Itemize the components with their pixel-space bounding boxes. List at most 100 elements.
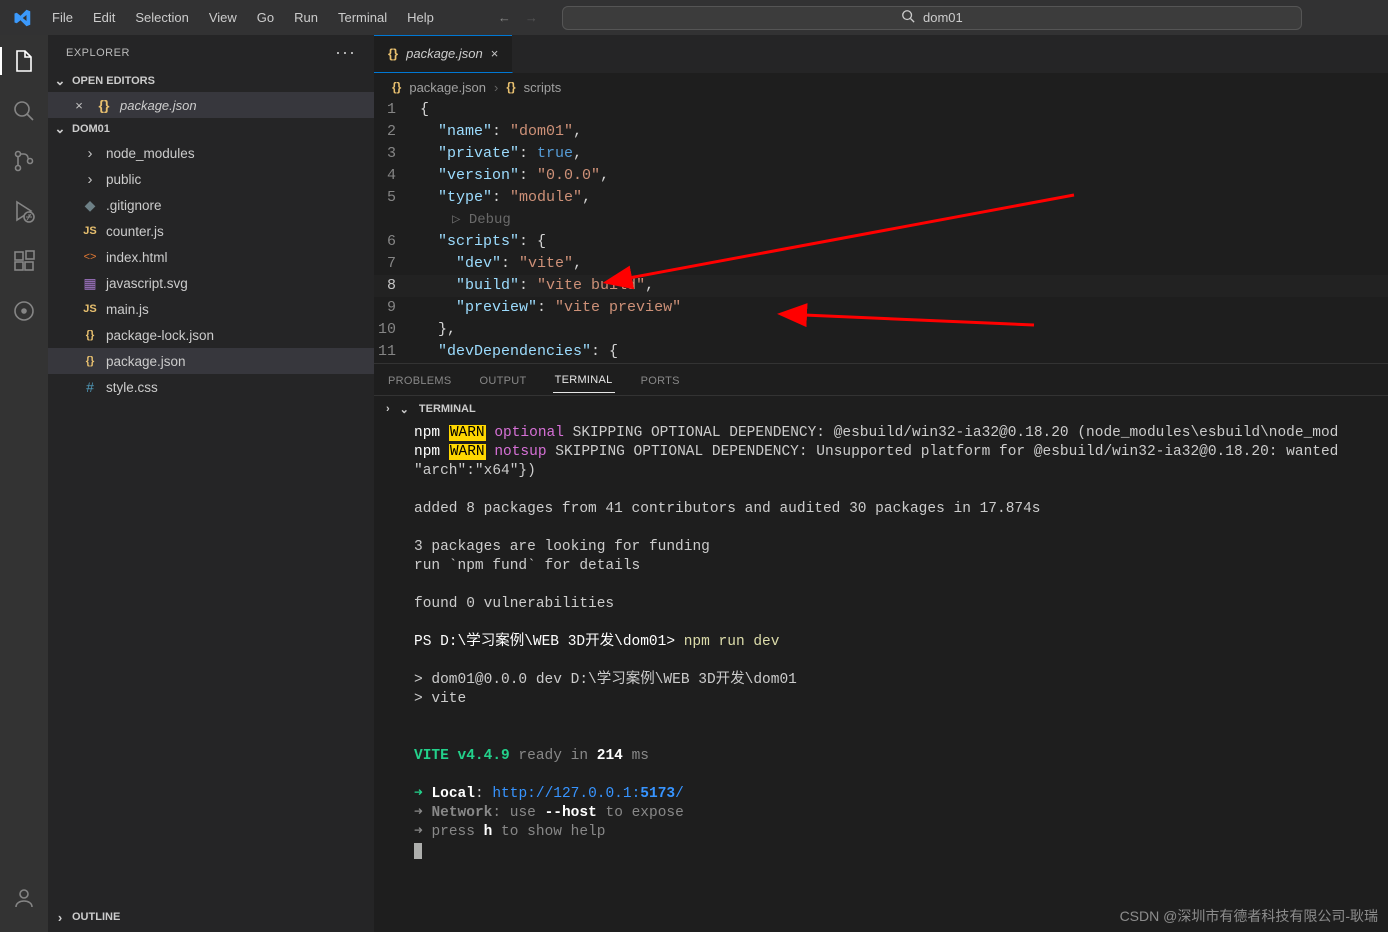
search-text: dom01 bbox=[923, 10, 963, 25]
code-line[interactable]: 5 "type": "module", bbox=[374, 187, 1388, 209]
watermark: CSDN @深圳市有德者科技有限公司-耿瑞 bbox=[1120, 906, 1378, 926]
tab-package-json[interactable]: {} package.json × bbox=[374, 35, 513, 73]
line-number: 2 bbox=[374, 121, 418, 143]
code-line[interactable]: 11 "devDependencies": { bbox=[374, 341, 1388, 363]
terminal-line: npm WARN optional SKIPPING OPTIONAL DEPE… bbox=[414, 424, 1372, 443]
menu-bar: FileEditSelectionViewGoRunTerminalHelp bbox=[42, 4, 444, 31]
chevron-right-icon: › bbox=[494, 80, 498, 95]
tree-item-label: .gitignore bbox=[106, 198, 162, 213]
tree-item-label: main.js bbox=[106, 302, 149, 317]
file-index-html[interactable]: <>index.html bbox=[48, 244, 374, 270]
file-package-json[interactable]: {}package.json bbox=[48, 348, 374, 374]
close-editor-icon[interactable]: × bbox=[70, 98, 88, 113]
extensions-icon[interactable] bbox=[10, 247, 38, 275]
nav-forward-icon[interactable]: → bbox=[525, 10, 538, 25]
line-number: 6 bbox=[374, 231, 418, 253]
terminal-section-label: TERMINAL bbox=[419, 403, 476, 415]
terminal-line: PS D:\学习案例\WEB 3D开发\dom01> npm run dev bbox=[414, 633, 1372, 652]
code-text: "version": "0.0.0", bbox=[418, 165, 609, 187]
terminal-line: run `npm fund` for details bbox=[414, 557, 1372, 576]
file-type-icon: ◆ bbox=[80, 197, 100, 214]
menu-terminal[interactable]: Terminal bbox=[328, 4, 397, 31]
code-line[interactable]: 3 "private": true, bbox=[374, 143, 1388, 165]
remote-icon[interactable] bbox=[10, 297, 38, 325]
code-line[interactable]: 8 "build": "vite build", bbox=[374, 275, 1388, 297]
explorer-icon[interactable] bbox=[10, 47, 38, 75]
chevron-right-icon: › bbox=[80, 171, 100, 188]
code-text: "devDependencies": { bbox=[418, 341, 618, 363]
scm-icon[interactable] bbox=[10, 147, 38, 175]
code-line[interactable]: 2 "name": "dom01", bbox=[374, 121, 1388, 143]
file-package-lock-json[interactable]: {}package-lock.json bbox=[48, 322, 374, 348]
sidebar-explorer: EXPLORER ··· ⌄ OPEN EDITORS × {} package… bbox=[48, 35, 374, 932]
terminal-line: > dom01@0.0.0 dev D:\学习案例\WEB 3D开发\dom01 bbox=[414, 671, 1372, 690]
explorer-more-icon[interactable]: ··· bbox=[335, 42, 356, 63]
terminal-output[interactable]: npm WARN optional SKIPPING OPTIONAL DEPE… bbox=[374, 422, 1388, 871]
json-icon: {} bbox=[388, 46, 398, 61]
search-panel-icon[interactable] bbox=[10, 97, 38, 125]
tree-item-label: counter.js bbox=[106, 224, 164, 239]
panel-tab-terminal[interactable]: TERMINAL bbox=[553, 366, 615, 393]
line-number: 10 bbox=[374, 319, 418, 341]
file-counter-js[interactable]: JScounter.js bbox=[48, 218, 374, 244]
code-line[interactable]: 7 "dev": "vite", bbox=[374, 253, 1388, 275]
file-style-css[interactable]: #style.css bbox=[48, 374, 374, 400]
code-editor[interactable]: 1{2 "name": "dom01",3 "private": true,4 … bbox=[374, 99, 1388, 363]
file-type-icon: JS bbox=[80, 303, 100, 315]
code-line[interactable]: 4 "version": "0.0.0", bbox=[374, 165, 1388, 187]
chevron-right-icon: › bbox=[80, 145, 100, 162]
menu-help[interactable]: Help bbox=[397, 4, 444, 31]
menu-file[interactable]: File bbox=[42, 4, 83, 31]
panel-tab-ports[interactable]: PORTS bbox=[639, 367, 682, 393]
close-tab-icon[interactable]: × bbox=[491, 46, 499, 61]
run-debug-icon[interactable] bbox=[10, 197, 38, 225]
panel-tab-problems[interactable]: PROBLEMS bbox=[386, 367, 454, 393]
code-text: }, bbox=[418, 319, 456, 341]
terminal-line: "arch":"x64"}) bbox=[414, 462, 1372, 481]
line-number: 1 bbox=[374, 99, 418, 121]
tab-label: package.json bbox=[406, 46, 483, 61]
menu-selection[interactable]: Selection bbox=[125, 4, 198, 31]
code-line[interactable]: 9 "preview": "vite preview" bbox=[374, 297, 1388, 319]
nav-back-icon[interactable]: ← bbox=[498, 10, 511, 25]
explorer-header: EXPLORER ··· bbox=[48, 35, 374, 70]
outline-label: OUTLINE bbox=[72, 911, 120, 923]
code-line[interactable]: 1{ bbox=[374, 99, 1388, 121]
code-line[interactable]: 6 "scripts": { bbox=[374, 231, 1388, 253]
menu-run[interactable]: Run bbox=[284, 4, 328, 31]
chevron-down-icon: ⌄ bbox=[52, 73, 68, 89]
file-type-icon: {} bbox=[80, 355, 100, 367]
file--gitignore[interactable]: ◆ .gitignore bbox=[48, 192, 374, 218]
workspace-header[interactable]: ⌄ DOM01 bbox=[48, 118, 374, 140]
open-editors-header[interactable]: ⌄ OPEN EDITORS bbox=[48, 70, 374, 92]
folder-node-modules[interactable]: ›node_modules bbox=[48, 140, 374, 166]
folder-public[interactable]: › public bbox=[48, 166, 374, 192]
codelens-debug[interactable]: ▷ Debug bbox=[374, 209, 1388, 231]
file-javascript-svg[interactable]: ▦javascript.svg bbox=[48, 270, 374, 296]
chevron-right-icon: › bbox=[52, 910, 68, 925]
explorer-title: EXPLORER bbox=[66, 47, 130, 59]
code-text: "build": "vite build", bbox=[418, 275, 654, 297]
breadcrumb-item[interactable]: scripts bbox=[524, 80, 562, 95]
line-number: 8 bbox=[374, 275, 418, 297]
command-center[interactable]: dom01 bbox=[562, 6, 1302, 30]
tree-item-label: package-lock.json bbox=[106, 328, 214, 343]
chevron-right-icon: › bbox=[386, 403, 390, 415]
tree-item-label: javascript.svg bbox=[106, 276, 188, 291]
menu-edit[interactable]: Edit bbox=[83, 4, 125, 31]
menu-view[interactable]: View bbox=[199, 4, 247, 31]
menu-go[interactable]: Go bbox=[247, 4, 284, 31]
account-icon[interactable] bbox=[10, 884, 38, 912]
open-editor-item[interactable]: × {} package.json bbox=[48, 92, 374, 118]
panel-tab-output[interactable]: OUTPUT bbox=[478, 367, 529, 393]
open-editor-label: package.json bbox=[120, 98, 197, 113]
code-text: "preview": "vite preview" bbox=[418, 297, 681, 319]
breadcrumb-item[interactable]: package.json bbox=[409, 80, 486, 95]
breadcrumb[interactable]: {}package.json›{}scripts bbox=[374, 73, 1388, 99]
code-line[interactable]: 10 }, bbox=[374, 319, 1388, 341]
file-main-js[interactable]: JS main.js bbox=[48, 296, 374, 322]
terminal-section-header[interactable]: › ⌄ TERMINAL bbox=[374, 396, 1388, 422]
outline-header[interactable]: › OUTLINE bbox=[48, 906, 374, 928]
tree-item-label: public bbox=[106, 172, 141, 187]
terminal-cursor bbox=[414, 842, 1372, 861]
